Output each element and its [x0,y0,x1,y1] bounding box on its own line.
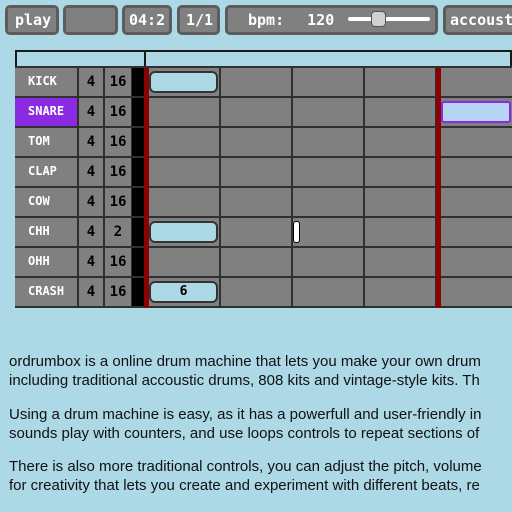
step-cell[interactable] [365,218,435,246]
pattern-display[interactable]: 1/1 [177,5,220,35]
track-mute-toggle[interactable] [132,278,144,306]
track-label-snare[interactable]: SNARE [15,98,77,126]
description-line: Using a drum machine is easy, as it has … [9,406,482,423]
step-note[interactable] [149,71,218,93]
step-cell[interactable] [148,98,219,126]
track-volume[interactable]: 4 [79,188,103,216]
track-label-crash[interactable]: CRASH [15,278,77,306]
position-display: 04:2 [122,5,172,35]
step-cell[interactable] [441,158,512,186]
step-cell[interactable] [221,278,291,306]
description-line: for creativity that lets you create and … [9,477,480,494]
track-volume[interactable]: 4 [79,248,103,276]
play-button[interactable]: play [5,5,59,35]
step-note-selected[interactable] [441,101,511,123]
bpm-value: 120 [307,11,335,29]
description-line: ordrumbox is a online drum machine that … [9,353,481,370]
track-length[interactable]: 16 [105,128,131,156]
track-mute-toggle[interactable] [132,188,144,216]
step-cell[interactable] [221,98,291,126]
step-note[interactable]: 6 [149,281,218,303]
note-length-handle[interactable] [293,221,300,243]
step-cell[interactable] [441,248,512,276]
step-cell[interactable] [441,218,512,246]
step-cell[interactable] [441,68,512,96]
step-cell[interactable] [148,248,219,276]
step-cell[interactable] [365,128,435,156]
step-cell[interactable] [365,158,435,186]
step-cell[interactable] [365,68,435,96]
step-cell[interactable] [221,188,291,216]
step-cell[interactable] [365,188,435,216]
description-paragraph-3: There is also more traditional controls,… [9,457,512,495]
track-length[interactable]: 16 [105,278,131,306]
step-cell[interactable] [221,68,291,96]
bpm-slider-track [348,17,430,21]
step-cell[interactable] [293,128,363,156]
track-mute-toggle[interactable] [132,98,144,126]
track-label-cow[interactable]: COW [15,188,77,216]
step-cell[interactable] [148,188,219,216]
track-mute-toggle[interactable] [132,68,144,96]
step-cell[interactable] [441,278,512,306]
step-cell[interactable] [221,218,291,246]
kit-select[interactable]: accoustic [443,5,512,35]
step-cell[interactable] [293,248,363,276]
track-label-kick[interactable]: KICK [15,68,77,96]
step-cell[interactable] [148,158,219,186]
step-cell[interactable] [441,188,512,216]
step-cell[interactable] [293,188,363,216]
step-cell[interactable] [365,98,435,126]
bpm-slider[interactable] [348,11,430,27]
description-line: including traditional accoustic drums, 8… [9,372,480,389]
track-length[interactable]: 16 [105,98,131,126]
step-cell[interactable] [365,278,435,306]
track-volume[interactable]: 4 [79,278,103,306]
step-cell[interactable] [293,278,363,306]
track-label-ohh[interactable]: OHH [15,248,77,276]
track-length[interactable]: 16 [105,188,131,216]
step-cell[interactable] [293,98,363,126]
description-paragraph-2: Using a drum machine is easy, as it has … [9,405,512,443]
track-volume[interactable]: 4 [79,68,103,96]
track-length[interactable]: 16 [105,158,131,186]
track-label-clap[interactable]: CLAP [15,158,77,186]
track-mute-toggle[interactable] [132,158,144,186]
step-cell[interactable] [441,128,512,156]
track-volume[interactable]: 4 [79,98,103,126]
step-note[interactable] [149,221,218,243]
track-volume[interactable]: 4 [79,218,103,246]
loop-start-marker[interactable] [144,68,149,308]
track-length[interactable]: 16 [105,68,131,96]
step-cell[interactable] [293,218,363,246]
step-cell[interactable] [148,128,219,156]
step-cell[interactable] [221,158,291,186]
track-volume[interactable]: 4 [79,158,103,186]
step-cell[interactable] [293,158,363,186]
track-label-chh[interactable]: CHH [15,218,77,246]
description-line: sounds play with counters, and use loops… [9,425,480,442]
step-cell[interactable] [221,248,291,276]
track-label-tom[interactable]: TOM [15,128,77,156]
track-mute-toggle[interactable] [132,128,144,156]
track-volume[interactable]: 4 [79,128,103,156]
track-length[interactable]: 2 [105,218,131,246]
bpm-slider-thumb[interactable] [371,11,386,27]
track-length[interactable]: 16 [105,248,131,276]
track-mute-toggle[interactable] [132,248,144,276]
blank-button[interactable] [63,5,118,35]
description-line: There is also more traditional controls,… [9,458,482,475]
track-mute-toggle[interactable] [132,218,144,246]
bpm-label: bpm: [248,11,285,29]
description-paragraph-1: ordrumbox is a online drum machine that … [9,352,512,390]
step-cell[interactable] [293,68,363,96]
step-cell[interactable] [365,248,435,276]
step-cell[interactable] [221,128,291,156]
